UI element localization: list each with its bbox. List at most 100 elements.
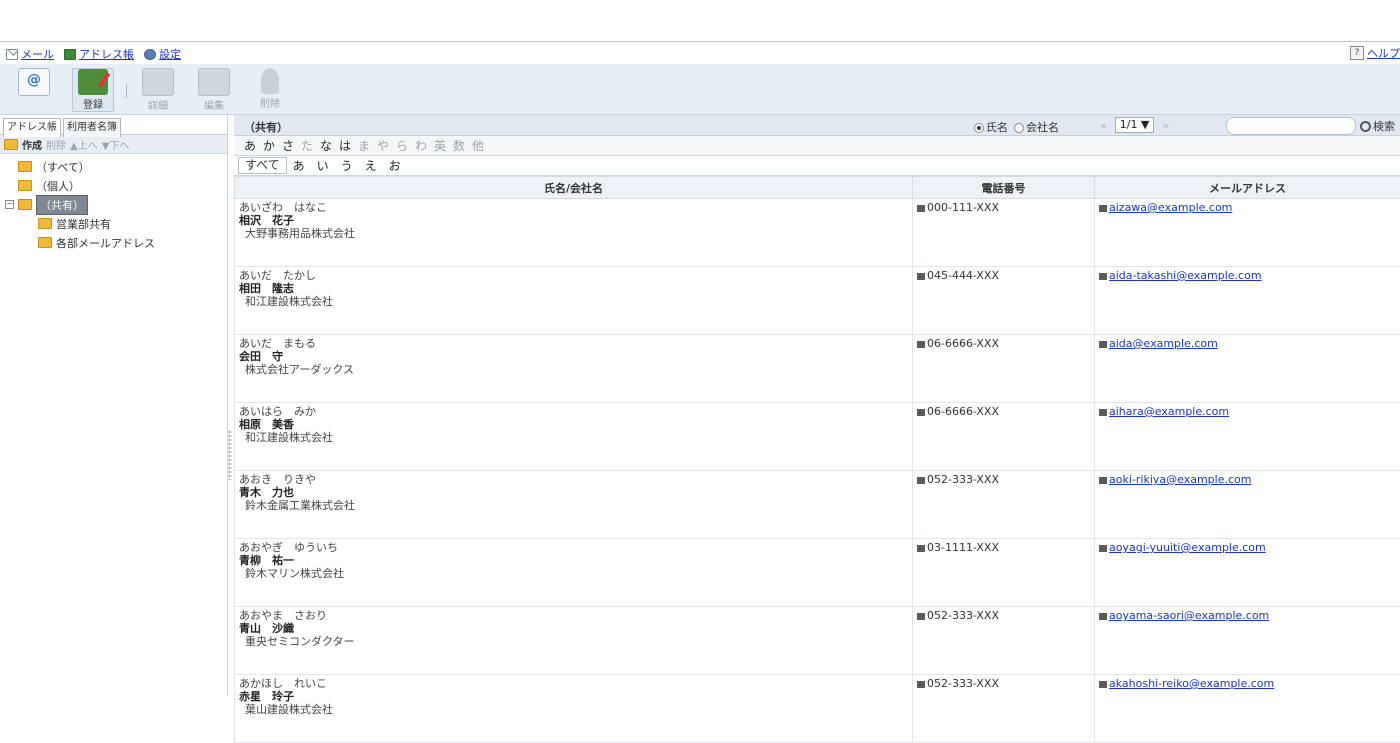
contact-kana: あいだ まもる bbox=[239, 337, 908, 350]
kana-index-item[interactable]: か bbox=[263, 137, 282, 154]
tree-item-shared[interactable]: − （共有） bbox=[0, 195, 227, 214]
contact-email-link[interactable]: aida-takashi@example.com bbox=[1109, 269, 1262, 282]
kana-index-item[interactable]: ま bbox=[358, 137, 377, 154]
kana-index-item[interactable]: な bbox=[320, 137, 339, 154]
kana-index-item[interactable]: さ bbox=[282, 137, 301, 154]
folder-icon bbox=[18, 161, 32, 172]
table-row[interactable]: あかほし れいこ赤星 玲子葉山建設株式会社052-333-XXXakahoshi… bbox=[235, 675, 1400, 743]
kana-index-item[interactable]: わ bbox=[415, 137, 434, 154]
name-cell[interactable]: あかほし れいこ赤星 玲子葉山建設株式会社 bbox=[235, 675, 913, 743]
help-link[interactable]: ? ヘルプ bbox=[1350, 45, 1400, 61]
email-icon bbox=[1099, 409, 1107, 416]
sub-index-all[interactable]: すべて bbox=[238, 157, 287, 174]
contact-kana: あいだ たかし bbox=[239, 269, 908, 282]
contact-email-link[interactable]: aoyagi-yuuiti@example.com bbox=[1109, 541, 1266, 554]
edit-button[interactable]: 編集 bbox=[194, 68, 234, 110]
table-row[interactable]: あいはら みか相原 美香和江建設株式会社06-6666-XXXaihara@ex… bbox=[235, 403, 1400, 471]
email-icon bbox=[1099, 205, 1107, 212]
column-header-name[interactable]: 氏名/会社名 bbox=[235, 177, 913, 199]
detail-button[interactable]: 詳細 bbox=[138, 68, 178, 110]
kana-index-item[interactable]: は bbox=[339, 137, 358, 154]
name-cell[interactable]: あおやぎ ゆういち青柳 祐一鈴木マリン株式会社 bbox=[235, 539, 913, 607]
name-cell[interactable]: あいはら みか相原 美香和江建設株式会社 bbox=[235, 403, 913, 471]
name-cell[interactable]: あおき りきや青木 力也鈴木金属工業株式会社 bbox=[235, 471, 913, 539]
search-input[interactable] bbox=[1226, 117, 1356, 135]
menu-address-book[interactable]: アドレス帳 bbox=[64, 46, 134, 62]
sub-index-item[interactable]: あ bbox=[287, 157, 311, 174]
table-row[interactable]: あおやぎ ゆういち青柳 祐一鈴木マリン株式会社03-1111-XXXaoyagi… bbox=[235, 539, 1400, 607]
page-select[interactable]: 1/1 ▼ bbox=[1115, 117, 1155, 133]
prev-page-button[interactable]: « bbox=[1100, 119, 1107, 132]
panel-splitter[interactable] bbox=[228, 430, 232, 480]
radio-name[interactable]: 氏名 bbox=[974, 119, 1008, 135]
table-row[interactable]: あいざわ はなこ相沢 花子大野事務用品株式会社000-111-XXXaizawa… bbox=[235, 199, 1400, 267]
tree-item-sales-shared[interactable]: 営業部共有 bbox=[0, 214, 227, 233]
table-row[interactable]: あおき りきや青木 力也鈴木金属工業株式会社052-333-XXXaoki-ri… bbox=[235, 471, 1400, 539]
name-cell[interactable]: あおやま さおり青山 沙織重央セミコンダクター bbox=[235, 607, 913, 675]
phone-cell: 045-444-XXX bbox=[913, 267, 1095, 335]
email-icon bbox=[1099, 545, 1107, 552]
table-row[interactable]: あいだ まもる会田 守株式会社アーダックス06-6666-XXX aida@exa… bbox=[235, 335, 1400, 403]
name-cell[interactable]: あいだ まもる会田 守株式会社アーダックス bbox=[235, 335, 913, 403]
contact-email-link[interactable]: akahoshi-reiko@example.com bbox=[1109, 677, 1274, 690]
delete-button[interactable]: 削除 bbox=[250, 68, 290, 110]
phone-cell: 052-333-XXX bbox=[913, 607, 1095, 675]
kana-index-item[interactable]: 数 bbox=[453, 137, 472, 154]
sub-index-item[interactable]: い bbox=[311, 157, 335, 174]
contact-email-link[interactable]: aoyama-saori@example.com bbox=[1109, 609, 1269, 622]
toolbar-separator bbox=[126, 84, 127, 98]
move-up-button[interactable]: ▲上へ bbox=[70, 137, 98, 152]
kana-index-item[interactable]: た bbox=[301, 137, 320, 154]
trash-icon bbox=[261, 68, 279, 94]
email-cell: aizawa@example.com bbox=[1095, 199, 1400, 267]
register-icon bbox=[78, 69, 108, 95]
tree-item-dept-mail[interactable]: 各部メールアドレス bbox=[0, 233, 227, 252]
help-label[interactable]: ヘルプ bbox=[1367, 45, 1400, 61]
table-row[interactable]: あおやま さおり青山 沙織重央セミコンダクター052-333-XXX aoyama… bbox=[235, 607, 1400, 675]
sub-index-item[interactable]: う bbox=[335, 157, 359, 174]
phone-icon bbox=[917, 273, 925, 280]
kana-index-item[interactable]: ら bbox=[396, 137, 415, 154]
email-cell: aoki-rikiya@example.com bbox=[1095, 471, 1400, 539]
radio-company[interactable]: 会社名 bbox=[1014, 119, 1059, 135]
contact-email-link[interactable]: aida@example.com bbox=[1109, 337, 1218, 350]
menu-address-book-label[interactable]: アドレス帳 bbox=[79, 46, 134, 62]
collapse-icon[interactable]: − bbox=[5, 200, 14, 209]
kana-index-item[interactable]: あ bbox=[244, 137, 263, 154]
kana-index-item[interactable]: 英 bbox=[434, 137, 453, 154]
kana-index-item[interactable]: 他 bbox=[472, 137, 491, 154]
tree-item-all[interactable]: （すべて） bbox=[0, 157, 227, 176]
folder-icon bbox=[38, 218, 52, 229]
menu-mail-label[interactable]: メール bbox=[21, 46, 54, 62]
menu-mail[interactable]: メール bbox=[6, 46, 54, 62]
menu-settings[interactable]: 設定 bbox=[144, 46, 181, 62]
contact-email-link[interactable]: aoki-rikiya@example.com bbox=[1109, 473, 1251, 486]
register-button[interactable]: 登録 bbox=[72, 68, 114, 112]
column-header-email[interactable]: メールアドレス bbox=[1095, 177, 1400, 199]
move-down-button[interactable]: ▼下へ bbox=[102, 137, 130, 152]
email-icon bbox=[1099, 681, 1107, 688]
name-cell[interactable]: あいざわ はなこ相沢 花子大野事務用品株式会社 bbox=[235, 199, 913, 267]
phone-cell: 06-6666-XXX bbox=[913, 335, 1095, 403]
contact-email-link[interactable]: aihara@example.com bbox=[1109, 405, 1229, 418]
tab-user-directory[interactable]: 利用者名簿 bbox=[63, 118, 121, 137]
sub-index-item[interactable]: お bbox=[383, 157, 407, 174]
delete-folder-button[interactable]: 削除 bbox=[46, 137, 66, 152]
kana-index-item[interactable]: や bbox=[377, 137, 396, 154]
contact-phone: 045-444-XXX bbox=[927, 269, 999, 282]
contact-email-link[interactable]: aizawa@example.com bbox=[1109, 201, 1232, 214]
next-page-button[interactable]: » bbox=[1162, 119, 1169, 132]
address-table: 氏名/会社名 電話番号 メールアドレス あいざわ はなこ相沢 花子大野事務用品株… bbox=[234, 176, 1400, 743]
sub-index-item[interactable]: え bbox=[359, 157, 383, 174]
search-button[interactable]: 検索 bbox=[1360, 118, 1395, 134]
contact-name: 青山 沙織 bbox=[239, 622, 908, 635]
new-mail-button[interactable] bbox=[14, 68, 54, 110]
tab-address-book[interactable]: アドレス帳 bbox=[3, 118, 61, 137]
create-folder-button[interactable]: 作成 bbox=[22, 137, 42, 152]
table-row[interactable]: あいだ たかし相田 隆志和江建設株式会社 045-444-XXX aida-taka… bbox=[235, 267, 1400, 335]
column-header-phone[interactable]: 電話番号 bbox=[913, 177, 1095, 199]
tree-item-personal[interactable]: （個人） bbox=[0, 176, 227, 195]
menu-settings-label[interactable]: 設定 bbox=[159, 46, 181, 62]
address-book-icon bbox=[64, 49, 76, 60]
name-cell[interactable]: あいだ たかし相田 隆志和江建設株式会社 bbox=[235, 267, 913, 335]
